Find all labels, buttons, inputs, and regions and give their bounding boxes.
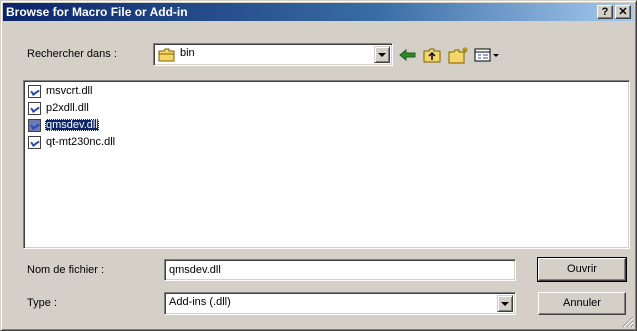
file-name: qt-mt230nc.dll [46, 136, 116, 148]
filetype-dropdown-button[interactable] [497, 295, 513, 312]
look-in-value: bin [180, 47, 195, 59]
close-button[interactable]: ✕ [615, 5, 631, 19]
up-folder-icon[interactable] [421, 45, 443, 65]
resize-grip-icon[interactable] [622, 316, 634, 328]
look-in-dropdown-button[interactable] [374, 46, 390, 63]
look-in-combo[interactable]: bin [153, 43, 393, 66]
filetype-combo[interactable]: Add-ins (.dll) [164, 292, 516, 315]
back-arrow-icon[interactable] [397, 45, 419, 65]
file-name: p2xdll.dll [46, 102, 89, 114]
filetype-label: Type : [27, 297, 57, 309]
filetype-value: Add-ins (.dll) [169, 296, 231, 308]
dll-file-icon [28, 102, 41, 115]
look-in-label: Rechercher dans : [27, 48, 117, 60]
dll-file-icon [28, 119, 41, 132]
dll-file-icon [28, 136, 41, 149]
file-list[interactable]: msvcrt.dll p2xdll.dll qmsdev.dll qt-mt23… [23, 80, 630, 249]
title-bar[interactable]: Browse for Macro File or Add-in ? ✕ [3, 3, 634, 21]
help-button[interactable]: ? [597, 5, 613, 19]
browse-dialog: Browse for Macro File or Add-in ? ✕ Rech… [0, 0, 637, 331]
folder-icon [158, 48, 176, 62]
file-name: qmsdev.dll [45, 119, 99, 131]
file-name: msvcrt.dll [46, 85, 93, 97]
window-title: Browse for Macro File or Add-in [6, 5, 188, 19]
filename-label: Nom de fichier : [27, 264, 105, 276]
dll-file-icon [28, 85, 41, 98]
open-button[interactable]: Ouvrir [537, 257, 627, 282]
cancel-button[interactable]: Annuler [538, 292, 626, 315]
filename-field[interactable] [164, 259, 516, 281]
view-menu-icon[interactable] [473, 45, 503, 65]
new-folder-icon[interactable] [447, 45, 469, 65]
